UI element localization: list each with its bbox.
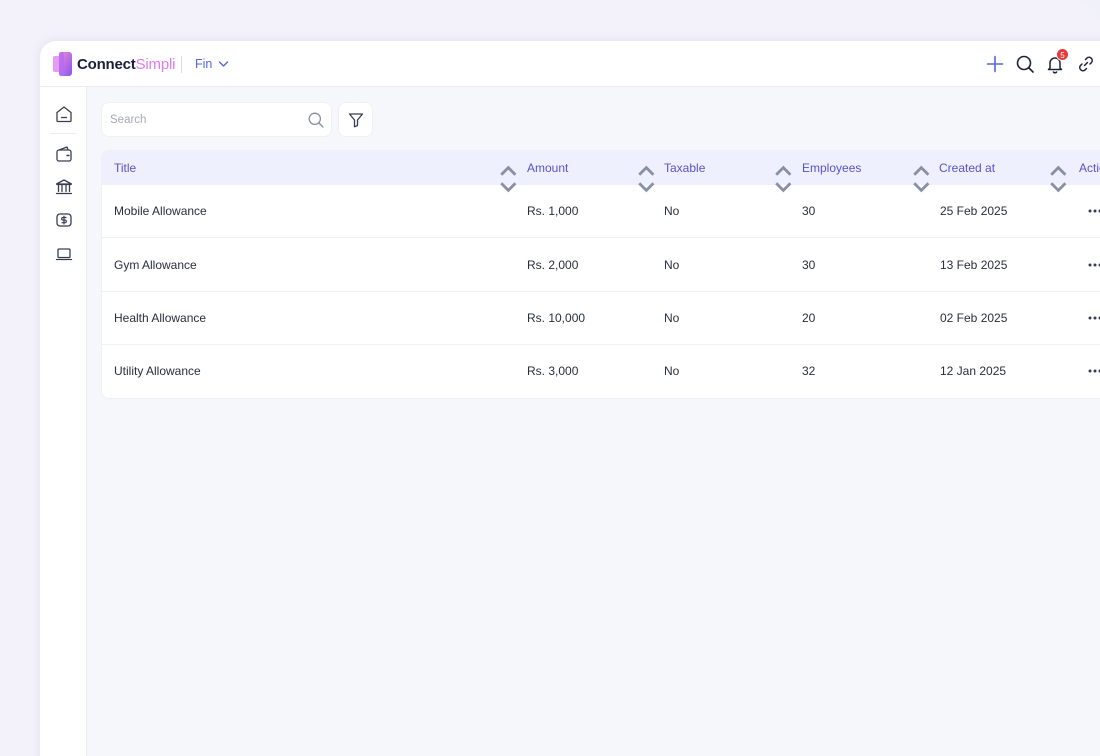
brand-name-part1: Connect <box>77 56 136 73</box>
home-icon[interactable] <box>54 104 74 124</box>
more-options-icon[interactable] <box>1087 365 1100 377</box>
column-header-title[interactable]: Title <box>114 151 136 185</box>
column-header-label: Employees <box>802 161 862 175</box>
cell-taxable: No <box>664 258 680 272</box>
allowances-table: Title Amount Taxable Employees Created a… <box>102 151 1100 398</box>
column-header-actions: Actio <box>1079 151 1100 185</box>
column-header-label: Actio <box>1079 161 1100 175</box>
cell-employees: 32 <box>802 364 816 378</box>
notification-badge: 5 <box>1056 48 1069 61</box>
cell-taxable: No <box>664 311 680 325</box>
table-header: Title Amount Taxable Employees Created a… <box>102 151 1100 193</box>
column-header-label: Title <box>114 161 137 175</box>
bank-icon[interactable] <box>54 177 74 197</box>
laptop-icon[interactable] <box>54 244 74 264</box>
wallet-icon[interactable] <box>54 144 74 164</box>
cell-amount: Rs. 1,000 <box>527 204 579 218</box>
filter-icon <box>348 112 363 127</box>
filter-button[interactable] <box>339 103 372 136</box>
cell-taxable: No <box>664 364 680 378</box>
link-icon[interactable] <box>1076 54 1096 74</box>
brand-name[interactable]: ConnectSimpli <box>77 56 175 73</box>
app-window: ConnectSimpli Fin 5 Search Title Amount … <box>40 41 1100 756</box>
add-icon[interactable] <box>985 54 1005 74</box>
table-row[interactable]: Utility Allowance Rs. 3,000 No 32 12 Jan… <box>102 345 1100 398</box>
column-header-amount[interactable]: Amount <box>527 151 568 185</box>
payroll-icon[interactable] <box>54 210 74 230</box>
top-header: ConnectSimpli Fin 5 <box>40 41 1100 87</box>
cell-taxable: No <box>664 204 680 218</box>
more-options-icon[interactable] <box>1087 312 1100 324</box>
cell-title: Gym Allowance <box>114 258 197 272</box>
cell-amount: Rs. 2,000 <box>527 258 579 272</box>
column-header-label: Created at <box>939 161 996 175</box>
sidebar <box>40 87 87 756</box>
cell-created-at: 25 Feb 2025 <box>940 204 1008 218</box>
cell-title: Mobile Allowance <box>114 204 207 218</box>
brand-name-part2: Simpli <box>135 56 176 73</box>
search-icon[interactable] <box>307 111 325 129</box>
cell-amount: Rs. 3,000 <box>527 364 579 378</box>
workspace-label: Fin <box>195 57 213 71</box>
header-divider <box>181 56 182 73</box>
cell-created-at: 12 Jan 2025 <box>940 364 1007 378</box>
cell-created-at: 13 Feb 2025 <box>940 258 1008 272</box>
more-options-icon[interactable] <box>1087 205 1100 217</box>
search-box <box>102 103 331 136</box>
table-row[interactable]: Health Allowance Rs. 10,000 No 20 02 Feb… <box>102 292 1100 345</box>
search-icon[interactable] <box>1015 54 1035 74</box>
search-input[interactable] <box>102 103 302 136</box>
chevron-down-icon <box>219 61 229 67</box>
column-header-taxable[interactable]: Taxable <box>664 151 705 185</box>
more-options-icon[interactable] <box>1087 259 1100 271</box>
cell-created-at: 02 Feb 2025 <box>940 311 1008 325</box>
cell-amount: Rs. 10,000 <box>527 311 586 325</box>
table-row[interactable]: Mobile Allowance Rs. 1,000 No 30 25 Feb … <box>102 185 1100 238</box>
cell-title: Health Allowance <box>114 311 207 325</box>
brand-logo-icon <box>53 52 72 76</box>
cell-title: Utility Allowance <box>114 364 201 378</box>
cell-employees: 20 <box>802 311 816 325</box>
column-header-created-at[interactable]: Created at <box>939 151 995 185</box>
column-header-label: Taxable <box>664 161 706 175</box>
sidebar-divider <box>50 133 77 134</box>
table-row[interactable]: Gym Allowance Rs. 2,000 No 30 13 Feb 202… <box>102 239 1100 292</box>
workspace-selector[interactable]: Fin <box>195 57 229 71</box>
column-header-employees[interactable]: Employees <box>802 151 861 185</box>
cell-employees: 30 <box>802 258 816 272</box>
column-header-label: Amount <box>527 161 569 175</box>
cell-employees: 30 <box>802 204 816 218</box>
